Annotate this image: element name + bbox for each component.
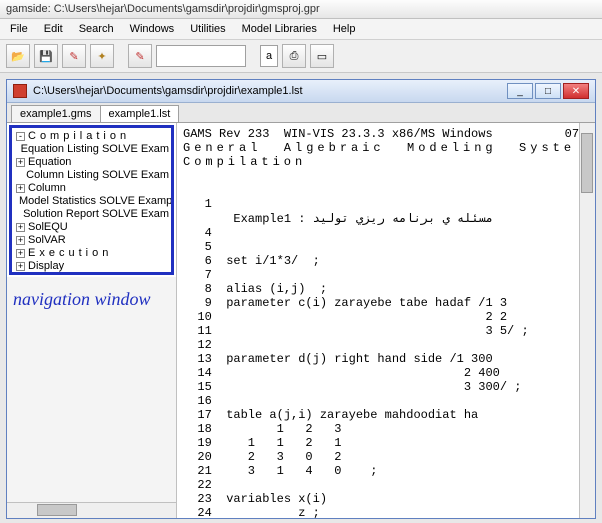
print-button[interactable]: ⎙: [282, 44, 306, 68]
menu-edit[interactable]: Edit: [38, 21, 69, 37]
navigation-caption: navigation window: [7, 277, 176, 402]
scrollbar-thumb[interactable]: [37, 504, 77, 516]
plus-icon[interactable]: +: [16, 262, 25, 271]
open-button[interactable]: 📂: [6, 44, 30, 68]
tree-item-equation-listing[interactable]: Equation Listing SOLVE Exam: [14, 143, 169, 156]
ide-icon: [13, 84, 27, 98]
menubar: File Edit Search Windows Utilities Model…: [0, 19, 602, 40]
listing-content[interactable]: GAMS Rev 233 WIN-VIS 23.3.3 x86/MS Windo…: [177, 123, 579, 518]
plus-icon[interactable]: +: [16, 184, 25, 193]
print-icon: ⎙: [290, 50, 299, 63]
tree-item-equation[interactable]: +Equation: [14, 156, 169, 169]
menu-file[interactable]: File: [4, 21, 34, 37]
toolbar: 📂 💾 ✎ ✦ ✎ ⎙ ▭: [0, 40, 602, 73]
plus-icon[interactable]: +: [16, 158, 25, 167]
menu-search[interactable]: Search: [73, 21, 120, 37]
wand-button[interactable]: ✦: [90, 44, 114, 68]
wand-icon: ✦: [97, 50, 106, 63]
file-tabs: example1.gms example1.lst: [7, 103, 595, 122]
pencil-icon: ✎: [135, 50, 144, 63]
menu-model-libraries[interactable]: Model Libraries: [236, 21, 323, 37]
tree-item-display[interactable]: +Display: [14, 260, 169, 273]
tab-lst[interactable]: example1.lst: [100, 105, 180, 122]
doc-button[interactable]: ▭: [310, 44, 334, 68]
maximize-button[interactable]: □: [535, 83, 561, 99]
tree-item-execution[interactable]: +Execution: [14, 247, 169, 260]
document-title: C:\Users\hejar\Documents\gamsdir\projdir…: [33, 85, 303, 97]
menu-windows[interactable]: Windows: [124, 21, 181, 37]
document-titlebar[interactable]: C:\Users\hejar\Documents\gamsdir\projdir…: [7, 80, 595, 103]
tree-item-solvar[interactable]: +SolVAR: [14, 234, 169, 247]
app-titlebar: gamside: C:\Users\hejar\Documents\gamsdi…: [0, 0, 602, 19]
plus-icon[interactable]: +: [16, 249, 25, 258]
tree-item-column[interactable]: +Column: [14, 182, 169, 195]
app-title: gamside: C:\Users\hejar\Documents\gamsdi…: [6, 3, 320, 15]
plus-icon[interactable]: +: [16, 236, 25, 245]
save-icon: 💾: [39, 50, 53, 63]
edit-button-1[interactable]: ✎: [62, 44, 86, 68]
scrollbar-thumb[interactable]: [581, 133, 593, 193]
toolbar-small-input[interactable]: [260, 45, 278, 67]
tab-gms[interactable]: example1.gms: [11, 105, 101, 122]
tree-item-compilation[interactable]: -Compilation: [14, 130, 169, 143]
document-window: C:\Users\hejar\Documents\gamsdir\projdir…: [6, 79, 596, 519]
folder-icon: 📂: [11, 50, 25, 63]
doc-icon: ▭: [317, 50, 327, 63]
tree-item-solequ[interactable]: +SolEQU: [14, 221, 169, 234]
content-v-scrollbar[interactable]: [579, 123, 595, 518]
tree-item-solution-report[interactable]: Solution Report SOLVE Exam: [14, 208, 169, 221]
close-button[interactable]: ✕: [563, 83, 589, 99]
outline-tree[interactable]: -Compilation Equation Listing SOLVE Exam…: [9, 125, 174, 275]
save-button[interactable]: 💾: [34, 44, 58, 68]
toolbar-combo[interactable]: [156, 45, 246, 67]
navigation-pane: -Compilation Equation Listing SOLVE Exam…: [7, 123, 177, 518]
minimize-button[interactable]: _: [507, 83, 533, 99]
tree-item-model-statistics[interactable]: Model Statistics SOLVE Examp: [14, 195, 169, 208]
menu-utilities[interactable]: Utilities: [184, 21, 231, 37]
plus-icon[interactable]: +: [16, 223, 25, 232]
menu-help[interactable]: Help: [327, 21, 362, 37]
edit-button-2[interactable]: ✎: [128, 44, 152, 68]
pencil-icon: ✎: [69, 50, 78, 63]
minus-icon[interactable]: -: [16, 132, 25, 141]
nav-h-scrollbar[interactable]: [7, 502, 176, 518]
tree-item-column-listing[interactable]: Column Listing SOLVE Exam: [14, 169, 169, 182]
